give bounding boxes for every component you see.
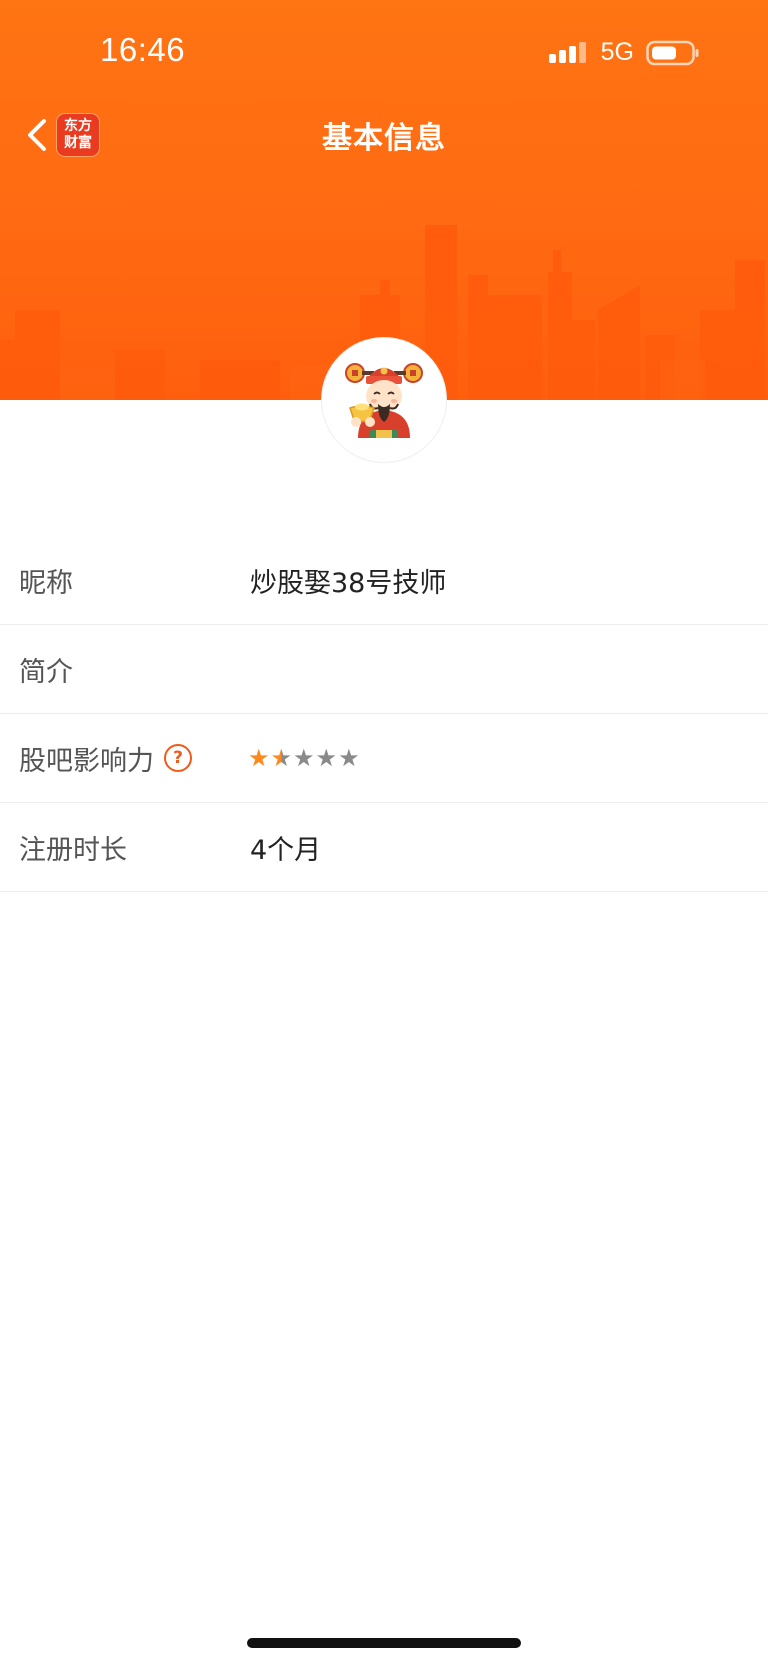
profile-info-list: 昵称 炒股娶38号技师 简介 股吧影响力 ? ★ ★ ★ ★ ★ 注册时长 4个月 bbox=[0, 536, 768, 892]
nickname-value: 炒股娶38号技师 bbox=[250, 567, 447, 599]
registration-value: 4个月 bbox=[250, 834, 322, 866]
influence-row: 股吧影响力 ? ★ ★ ★ ★ ★ bbox=[0, 714, 768, 803]
home-indicator bbox=[247, 1638, 521, 1648]
bio-row[interactable]: 简介 bbox=[0, 625, 768, 714]
bio-label: 简介 bbox=[19, 656, 73, 688]
rating-star-icon: ★ bbox=[248, 744, 270, 772]
influence-label: 股吧影响力 bbox=[19, 745, 154, 777]
registration-row: 注册时长 4个月 bbox=[0, 803, 768, 892]
question-circle-icon[interactable]: ? bbox=[164, 744, 192, 772]
page-title: 基本信息 bbox=[322, 121, 446, 156]
influence-label-group: 股吧影响力 ? bbox=[19, 739, 192, 778]
network-type: 5G bbox=[600, 38, 634, 66]
cellular-signal-icon bbox=[548, 41, 586, 63]
influence-rating-stars: ★ ★ ★ ★ ★ bbox=[248, 746, 360, 770]
rating-star-icon: ★ bbox=[338, 744, 360, 772]
caishen-avatar-icon bbox=[345, 363, 423, 438]
status-time: 16:46 bbox=[100, 31, 186, 68]
nickname-label: 昵称 bbox=[19, 567, 73, 599]
battery-icon bbox=[646, 40, 699, 65]
nickname-row[interactable]: 昵称 炒股娶38号技师 bbox=[0, 536, 768, 625]
rating-star-icon: ★ bbox=[293, 744, 315, 772]
status-indicators: 5G bbox=[548, 38, 700, 67]
avatar[interactable] bbox=[322, 338, 446, 462]
registration-label: 注册时长 bbox=[19, 834, 127, 866]
rating-star-icon: ★ bbox=[315, 744, 338, 772]
rating-star-icon: ★ bbox=[270, 744, 293, 772]
